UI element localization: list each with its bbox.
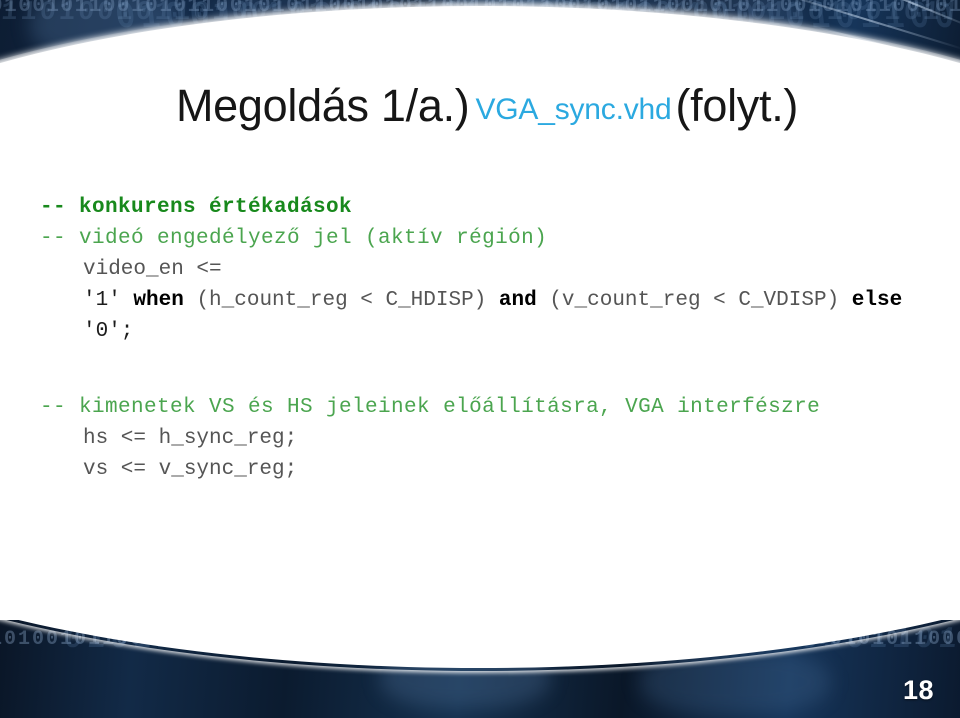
title-filename-text: VGA_sync.vhd [475, 93, 672, 126]
code-keyword-when: when [133, 289, 184, 312]
code-token-video-en: video_en <= [83, 258, 222, 281]
title-continued-text: (folyt.) [675, 80, 799, 131]
code-line-hs-assign: hs <= h_sync_reg; [0, 423, 960, 454]
code-line-conditional: '1' when (h_count_reg < C_HDISP) and (v_… [0, 285, 960, 316]
code-token-vcount-expr: (v_count_reg < C_VDISP) [536, 289, 852, 312]
vhdl-code-block: -- konkurens értékadások -- videó engedé… [0, 192, 960, 485]
code-token-vs-assign: vs <= v_sync_reg; [83, 458, 298, 481]
title-main-text: Megoldás 1/a.) [176, 80, 470, 131]
code-comment-3-text: -- kimenetek VS és HS jeleinek előállítá… [40, 396, 821, 419]
code-token-hs-assign: hs <= h_sync_reg; [83, 427, 298, 450]
code-token-zero-literal: '0'; [83, 320, 134, 343]
code-keyword-else: else [851, 289, 903, 312]
footer-binary-band: 0101101001011010010110100101101001011010… [0, 620, 960, 718]
code-comment-line-3: -- kimenetek VS és HS jeleinek előállítá… [0, 392, 960, 423]
code-token-one-literal: '1' [83, 289, 134, 312]
presentation-slide: 0100101100101011001010110010101100101011… [0, 0, 960, 718]
code-comment-line-2: -- videó engedélyező jel (aktív régión) [40, 227, 548, 250]
slide-title: Megoldás 1/a.) VGA_sync.vhd(folyt.) [176, 78, 936, 136]
code-token-hcount-expr: (h_count_reg < C_HDISP) [183, 289, 499, 312]
code-line-video-en: video_en <= [0, 254, 960, 285]
code-keyword-and: and [498, 289, 537, 312]
code-comment-line-1: -- konkurens értékadások [40, 196, 353, 219]
code-line-vs-assign: vs <= v_sync_reg; [0, 454, 960, 485]
code-line-zero-literal: '0'; [0, 316, 960, 347]
page-number: 18 [902, 675, 934, 705]
